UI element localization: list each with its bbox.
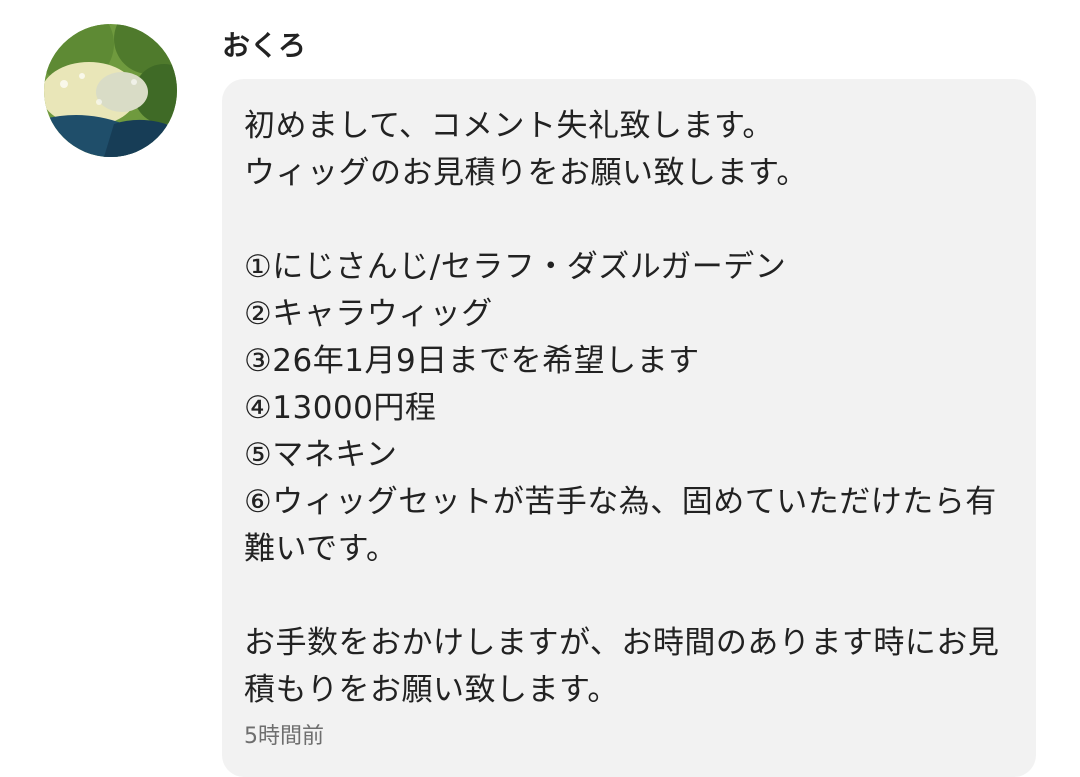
user-avatar-illustration [44, 24, 177, 157]
comment-message: 初めまして、コメント失礼致します。 ウィッグのお見積りをお願い致します。 ①にじ… [244, 108, 1000, 708]
comment-bubble: 初めまして、コメント失礼致します。 ウィッグのお見積りをお願い致します。 ①にじ… [222, 79, 1036, 777]
comment-username[interactable]: おくろ [222, 26, 306, 66]
avatar[interactable] [44, 24, 177, 157]
comment-timestamp: 5時間前 [244, 724, 324, 749]
